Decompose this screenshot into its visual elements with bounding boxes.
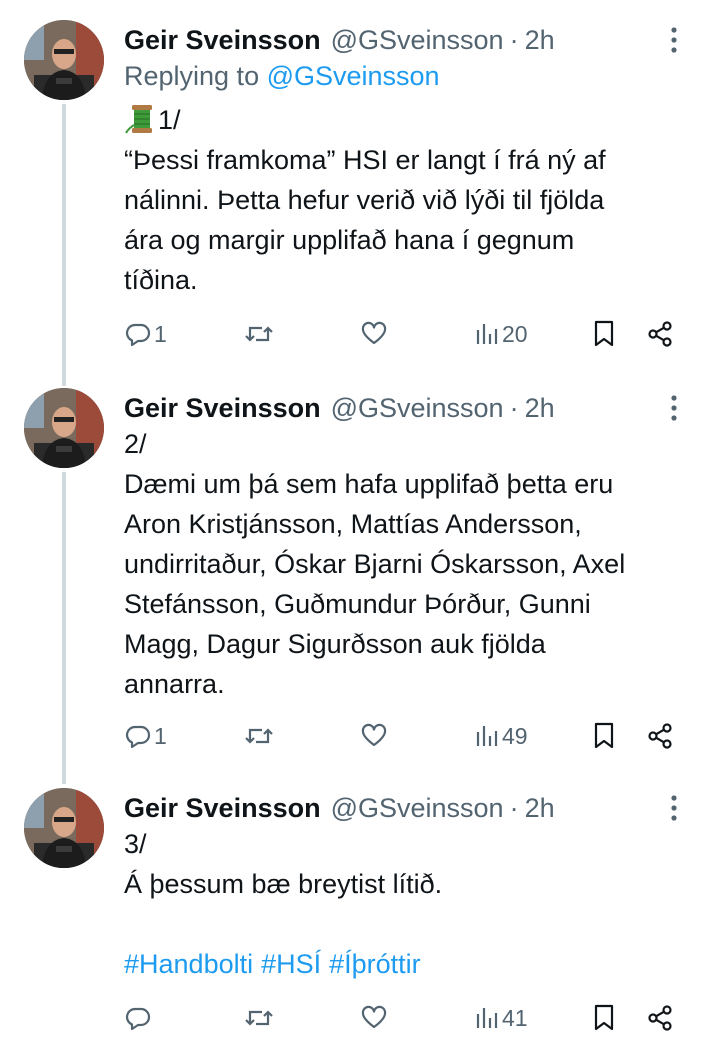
timestamp[interactable]: 2h [525,25,555,56]
tweet[interactable]: Geir Sveinsson @GSveinsson · 2h 2/ Dæmi … [0,388,713,768]
heart-icon [361,723,387,747]
tweet-line: nálinni. Þetta hefur verið við lýði til … [124,185,605,215]
tweet-line: tíðina. [124,265,198,295]
views-button[interactable]: 20 [474,314,528,354]
display-name[interactable]: Geir Sveinsson [124,393,321,424]
share-icon [648,1005,672,1031]
reply-mention-link[interactable]: @GSveinsson [267,61,440,91]
repost-icon [245,326,273,342]
tweet-line: Aron Kristjánsson, Mattías Andersson, [124,509,582,539]
tweet-line-text: 1/ [158,105,181,135]
heart-icon [361,321,387,345]
separator-dot: · [509,392,519,423]
share-button[interactable] [646,314,674,354]
action-bar: 1 20 [0,314,713,354]
bookmark-button[interactable] [592,998,616,1038]
tweet-line: Á þessum bæ breytist lítið. [124,869,443,899]
tweet-text: 3/ Á þessum bæ breytist lítið. [124,824,699,904]
views-count: 49 [502,722,528,749]
hashtag-row: #Handbolti #HSÍ #Íþróttir [124,944,429,984]
hashtag-link[interactable]: #Handbolti [124,949,253,979]
bookmark-icon [594,722,614,749]
tweet-line: Stefánsson, Guðmundur Þórður, Gunni [124,589,591,619]
repost-button[interactable] [244,314,276,354]
views-count: 41 [502,1004,528,1031]
tweet-line: ára og margir upplifað hana í gegnum [124,225,575,255]
reply-icon [125,725,151,749]
more-icon[interactable] [662,22,686,58]
tweet-line: 2/ [124,429,147,459]
like-button[interactable] [360,998,390,1038]
reply-icon [125,323,151,347]
user-handle[interactable]: @GSveinsson [331,25,504,56]
bookmark-button[interactable] [592,314,616,354]
share-icon [648,723,672,749]
tweet-line: Dæmi um þá sem hafa upplifað þetta eru [124,469,614,499]
like-button[interactable] [360,314,390,354]
reply-count: 1 [154,320,167,347]
display-name[interactable]: Geir Sveinsson [124,25,321,56]
reply-button[interactable]: 1 [124,314,167,354]
hashtag-link[interactable]: #Íþróttir [329,949,421,979]
separator-dot: · [509,792,519,823]
tweet-header: Geir Sveinsson @GSveinsson · 2h [124,388,555,428]
heart-icon [361,1005,387,1029]
more-icon[interactable] [662,790,686,826]
user-handle[interactable]: @GSveinsson [331,393,504,424]
repost-icon [245,728,273,744]
repost-button[interactable] [244,716,276,756]
avatar[interactable] [24,20,104,100]
views-button[interactable]: 49 [474,716,528,756]
views-icon [476,324,498,344]
repost-icon [245,1010,273,1026]
tweet-line: 3/ [124,829,147,859]
share-button[interactable] [646,716,674,756]
avatar[interactable] [24,388,104,468]
share-icon [648,321,672,347]
user-handle[interactable]: @GSveinsson [331,793,504,824]
hashtag-link[interactable]: #HSÍ [261,949,321,979]
tweet-line: “Þessi framkoma” HSI er langt í frá ný a… [124,145,606,175]
like-button[interactable] [360,716,390,756]
replying-to: Replying to @GSveinsson [124,56,440,96]
timestamp[interactable]: 2h [525,793,555,824]
views-count: 20 [502,320,528,347]
views-icon [476,1008,498,1028]
separator-dot: · [509,24,519,55]
reply-button[interactable]: 1 [124,716,167,756]
share-button[interactable] [646,998,674,1038]
bookmark-icon [594,320,614,347]
avatar[interactable] [24,788,104,868]
tweet-line: annarra. [124,669,225,699]
display-name[interactable]: Geir Sveinsson [124,793,321,824]
views-icon [476,726,498,746]
tweet[interactable]: Geir Sveinsson @GSveinsson · 2h Replying… [0,20,713,360]
views-button[interactable]: 41 [474,998,528,1038]
timestamp[interactable]: 2h [525,393,555,424]
spool-of-thread-icon [125,105,152,134]
reply-icon [125,1007,151,1031]
repost-button[interactable] [244,998,276,1038]
tweet-line: 1/ [124,100,699,140]
tweet-header: Geir Sveinsson @GSveinsson · 2h [124,788,555,828]
tweet-text: 2/ Dæmi um þá sem hafa upplifað þetta er… [124,424,699,704]
tweet[interactable]: Geir Sveinsson @GSveinsson · 2h 3/ Á þes… [0,788,713,1038]
tweet-line: undirritaður, Óskar Bjarni Óskarsson, Ax… [124,549,626,579]
tweet-line: Magg, Dagur Sigurðsson auk fjölda [124,629,546,659]
tweet-header: Geir Sveinsson @GSveinsson · 2h [124,20,555,60]
action-bar: 41 [0,998,713,1038]
replying-to-label: Replying to [124,61,267,91]
more-icon[interactable] [662,390,686,426]
bookmark-icon [594,1004,614,1031]
reply-button[interactable] [124,998,154,1038]
reply-count: 1 [154,722,167,749]
action-bar: 1 49 [0,716,713,756]
bookmark-button[interactable] [592,716,616,756]
tweet-text: 1/ “Þessi framkoma” HSI er langt í frá n… [124,100,699,300]
